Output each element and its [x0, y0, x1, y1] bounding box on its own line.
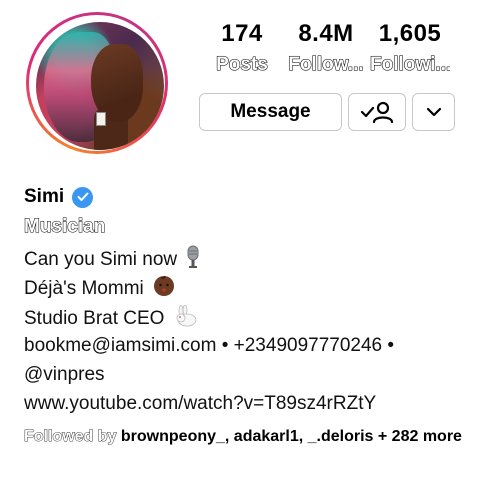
avatar-face: [91, 44, 143, 122]
message-button-label: Message: [230, 101, 311, 122]
following-label: Followi...: [370, 54, 450, 76]
suggested-users-button[interactable]: [348, 93, 406, 131]
followed-by-names: brownpeony_, adakarl1, _.deloris: [120, 428, 374, 445]
avatar-gap: [29, 15, 165, 151]
followers-label: Follow...: [288, 54, 364, 76]
rabbit-icon: [174, 304, 198, 333]
followed-by-more: + 282 more: [377, 428, 462, 445]
followed-by-label: Followed by: [24, 428, 117, 446]
message-button[interactable]: Message: [199, 93, 342, 131]
bio-text: Déjà's Mommi: [24, 278, 144, 300]
avatar-earring: [96, 112, 106, 126]
bio-text: Studio Brat CEO: [24, 308, 165, 330]
profile-name-row: Simi: [24, 186, 94, 208]
posts-count: 174: [221, 20, 263, 47]
stat-followers[interactable]: 8.4M Follow...: [286, 20, 366, 76]
baby-icon: [153, 275, 175, 303]
following-count: 1,605: [378, 20, 442, 47]
website-link[interactable]: www.youtube.com/watch?v=T89sz4rRZtY: [24, 393, 376, 415]
add-person-check-icon: [360, 100, 394, 124]
profile-name: Simi: [24, 186, 65, 207]
bio-line: Studio Brat CEO: [24, 304, 198, 333]
bio-text: Can you Simi now: [24, 249, 178, 271]
bio-line: Can you Simi now: [24, 245, 200, 275]
stat-posts[interactable]: 174 Posts: [202, 20, 282, 76]
microphone-icon: [186, 245, 200, 275]
mention-link[interactable]: @vinpres: [24, 364, 105, 386]
more-options-button[interactable]: [412, 93, 455, 131]
posts-label: Posts: [216, 54, 269, 76]
profile-category: Musician: [23, 216, 106, 238]
profile-avatar-ring[interactable]: [26, 12, 168, 154]
followers-count: 8.4M: [298, 20, 354, 47]
chevron-down-icon: [426, 107, 442, 117]
bio-line: Déjà's Mommi: [24, 275, 175, 303]
followed-by[interactable]: Followed by brownpeony_, adakarl1, _.del…: [24, 427, 464, 447]
contact-line[interactable]: bookme@iamsimi.com • +2349097770246 •: [24, 335, 394, 357]
profile-avatar[interactable]: [36, 22, 164, 150]
stat-following[interactable]: 1,605 Followi...: [370, 20, 450, 76]
verified-badge-icon: [72, 186, 94, 208]
